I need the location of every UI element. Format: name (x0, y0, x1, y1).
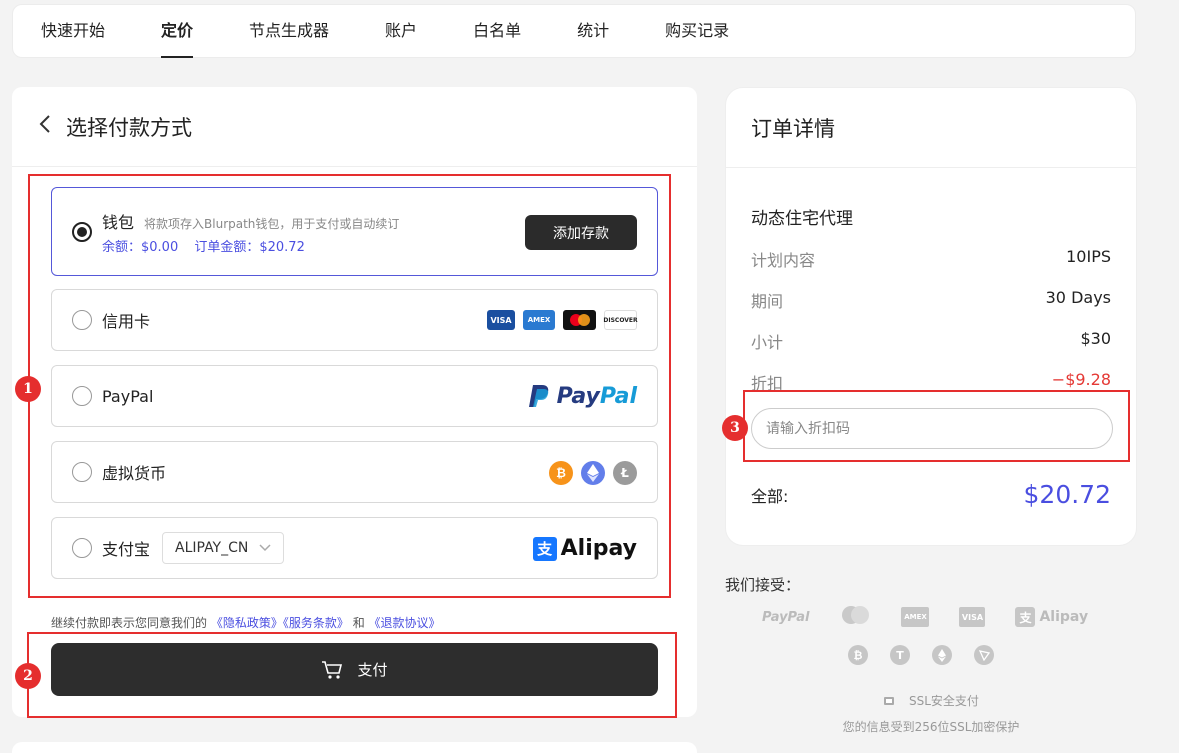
annotation-badge-2: 2 (15, 663, 41, 689)
agreement-prefix: 继续付款即表示您同意我们的 (51, 616, 208, 630)
chevron-left-icon[interactable] (38, 114, 52, 140)
row-key: 计划内容 (751, 251, 816, 270)
ssl-shield-icon (883, 695, 895, 710)
tab-quick-start[interactable]: 快速开始 (41, 4, 105, 58)
amex-grey-icon: AMEX (901, 607, 930, 627)
mastercard-grey-icon (839, 605, 871, 629)
accepted-methods-row-2: ₿ T (848, 645, 994, 665)
alipay-grey-logo: 支 Alipay (1015, 607, 1088, 627)
payment-panel-header: 选择付款方式 (12, 87, 697, 167)
total-label: 全部: (751, 486, 789, 506)
plan-name: 动态住宅代理 (751, 209, 853, 229)
tab-pricing[interactable]: 定价 (161, 4, 194, 58)
page-title: 选择付款方式 (66, 115, 192, 140)
total-value: $20.72 (1023, 480, 1111, 509)
annotation-box-1 (28, 174, 671, 598)
order-row-plan-content: 计划内容 10IPS (751, 247, 1111, 271)
accepted-title: 我们接受： (725, 576, 801, 594)
ssl-label: SSL安全支付 (908, 694, 979, 708)
order-row-period: 期间 30 Days (751, 288, 1111, 312)
privacy-policy-link[interactable]: 《隐私政策》 (211, 616, 283, 630)
tron-grey-icon (974, 645, 994, 665)
row-key: 小计 (751, 333, 784, 352)
tab-purchase-history[interactable]: 购买记录 (665, 4, 729, 58)
ssl-note: 您的信息受到256位SSL加密保护 (842, 720, 1020, 734)
row-value: $30 (1080, 329, 1111, 348)
tab-statistics[interactable]: 统计 (577, 4, 609, 58)
bottom-card (12, 742, 697, 753)
order-row-subtotal: 小计 $30 (751, 329, 1111, 353)
alipay-grey-icon: 支 (1015, 607, 1036, 627)
order-title: 订单详情 (726, 88, 1136, 168)
agreement-text: 继续付款即表示您同意我们的 《隐私政策》《服务条款》 和 《退款协议》 (51, 614, 441, 631)
annotation-box-2 (27, 632, 677, 718)
accepted-methods-row-1: PayPal AMEX VISA 支 Alipay (762, 605, 1088, 629)
alipay-grey-text: Alipay (1039, 609, 1089, 625)
paypal-grey-logo: PayPal (762, 609, 810, 625)
tab-whitelist[interactable]: 白名单 (473, 4, 521, 58)
top-nav: 快速开始 定价 节点生成器 账户 白名单 统计 购买记录 (12, 4, 1136, 58)
visa-grey-icon: VISA (959, 607, 986, 627)
tab-node-generator[interactable]: 节点生成器 (249, 4, 329, 58)
row-key: 期间 (751, 292, 784, 311)
tab-account[interactable]: 账户 (385, 4, 417, 58)
bitcoin-grey-icon: ₿ (848, 645, 868, 665)
ssl-secure-line: SSL安全支付 (725, 692, 1137, 710)
ethereum-grey-icon (932, 645, 952, 665)
refund-policy-link[interactable]: 《退款协议》 (369, 616, 441, 630)
annotation-badge-3: 3 (722, 415, 748, 441)
order-details-panel: 订单详情 动态住宅代理 计划内容 10IPS 期间 30 Days 小计 $30… (725, 87, 1137, 546)
tether-grey-icon: T (890, 645, 910, 665)
row-value: 10IPS (1066, 247, 1111, 266)
row-value: 30 Days (1045, 288, 1111, 307)
agreement-and: 和 (352, 616, 365, 630)
order-total: 全部: $20.72 (751, 480, 1111, 509)
annotation-box-3 (743, 390, 1130, 462)
annotation-badge-1: 1 (15, 376, 41, 402)
terms-of-service-link[interactable]: 《服务条款》 (283, 616, 349, 630)
